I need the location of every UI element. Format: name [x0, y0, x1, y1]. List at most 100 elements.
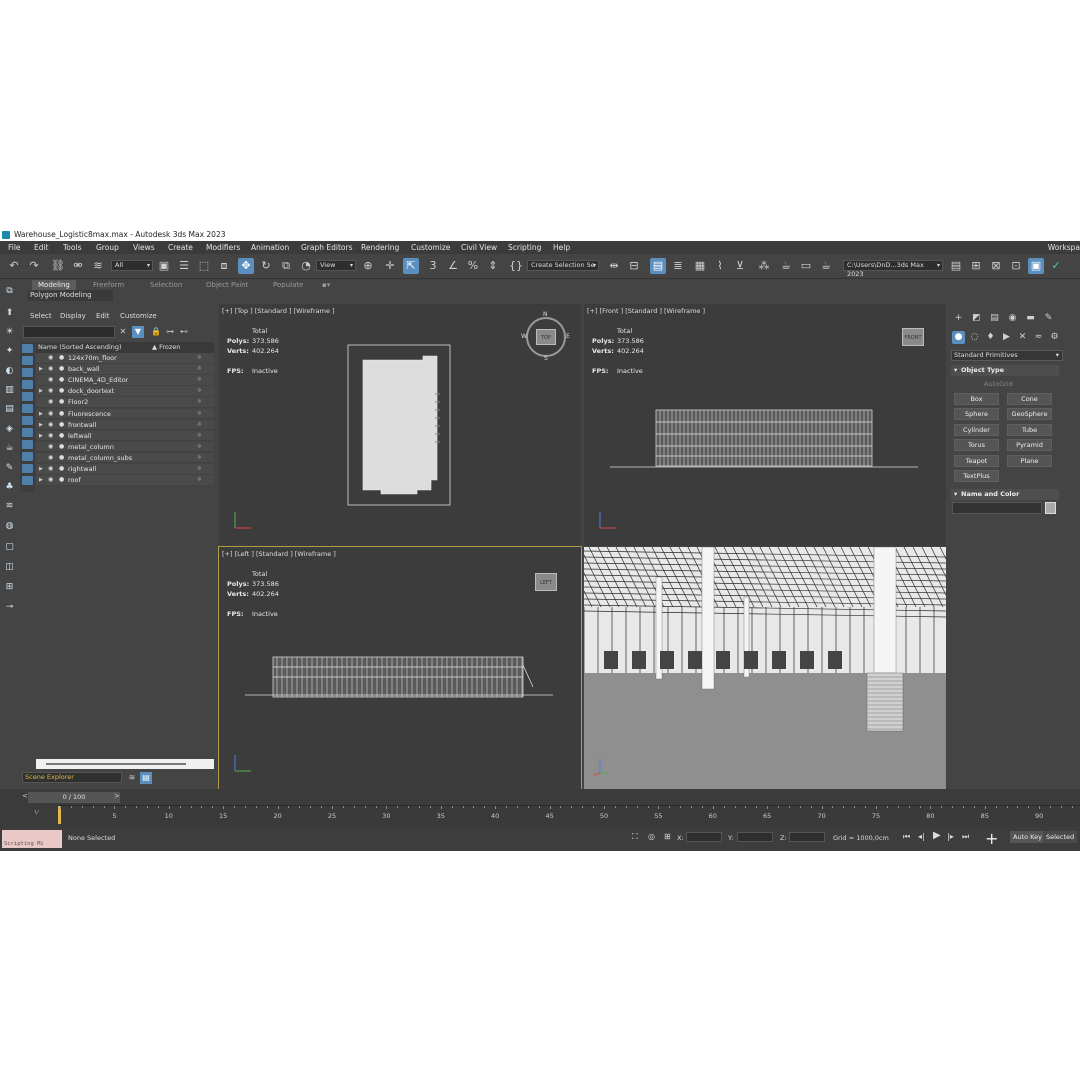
autogrid-checkbox[interactable]: AutoGrid	[984, 380, 1013, 388]
list-item[interactable]: ◉ ● CINEMA_4D_Editor ❄	[36, 375, 214, 386]
menu-graph-editors[interactable]: Graph Editors	[301, 241, 353, 254]
explorer-menu-customize[interactable]: Customize	[120, 312, 157, 320]
object-color-swatch[interactable]	[1045, 502, 1056, 514]
freeze-icon[interactable]: ❄	[197, 442, 202, 453]
x-coordinate-field[interactable]	[686, 832, 722, 842]
geometry-icon[interactable]: ●	[952, 331, 965, 344]
filter-frozen-icon[interactable]	[22, 464, 33, 473]
list-item[interactable]: ▶ ◉ ● Fluorescence ❄	[36, 408, 214, 420]
explorer-sort-icon[interactable]: ▤	[140, 772, 152, 784]
select-object-icon[interactable]: ▣	[156, 258, 172, 274]
layer-explorer-icon[interactable]: ≣	[670, 258, 686, 274]
menu-customize[interactable]: Customize	[411, 241, 450, 254]
next-frame-icon[interactable]: >	[114, 792, 120, 800]
particle-icon[interactable]: ✦	[3, 345, 16, 358]
schematic-view-icon[interactable]: ⊻	[732, 258, 748, 274]
filter-shapes-icon[interactable]	[22, 356, 33, 365]
list-item[interactable]: ▶ ◉ ● frontwall ❄	[36, 419, 214, 431]
helpers-icon[interactable]: ✕	[1016, 331, 1029, 344]
project-path-dropdown[interactable]: C:\Users\DnD...3ds Max 2023	[843, 260, 943, 278]
set-key-icon[interactable]: +	[985, 829, 998, 848]
lock-icon[interactable]: 🔒	[150, 326, 162, 338]
list-item[interactable]: ◉ ● Floor2 ❄	[36, 397, 214, 408]
grid-icon[interactable]: ⊞	[3, 581, 16, 594]
display-tab-icon[interactable]: ▬	[1024, 312, 1037, 325]
systems-icon[interactable]: ⚙	[1048, 331, 1061, 344]
sort-icon[interactable]: ⊷	[178, 326, 190, 338]
visibility-eye-icon[interactable]: ◉	[48, 409, 53, 420]
book-icon[interactable]: ▥	[3, 384, 16, 397]
expand-icon[interactable]: ▶	[39, 464, 43, 475]
visibility-eye-icon[interactable]: ◉	[48, 442, 53, 453]
tab-selection[interactable]: Selection	[150, 280, 182, 290]
place-icon[interactable]: ◔	[298, 258, 314, 274]
expand-icon[interactable]: ▶	[39, 364, 43, 375]
frame-icon[interactable]: ▢	[3, 541, 16, 554]
create-tab-icon[interactable]: +	[952, 312, 965, 325]
column-frozen[interactable]: ▲ Frozen	[152, 342, 180, 353]
angle-snap-icon[interactable]: ∠	[445, 258, 461, 274]
primitive-button-teapot[interactable]: Teapot	[954, 454, 999, 467]
percent-snap-icon[interactable]: %	[465, 258, 481, 274]
project-save-icon[interactable]: ⊡	[1008, 258, 1024, 274]
goto-end-icon[interactable]: ⏭	[962, 832, 969, 842]
freeze-icon[interactable]: ❄	[197, 475, 202, 486]
spring-icon[interactable]: ≋	[3, 500, 16, 513]
visibility-eye-icon[interactable]: ◉	[48, 431, 53, 442]
object-type-rollout[interactable]: Object Type	[951, 365, 1059, 376]
select-manipulate-icon[interactable]: ✛	[382, 258, 398, 274]
teapot-icon[interactable]: ☕	[3, 442, 16, 455]
visibility-eye-icon[interactable]: ◉	[48, 464, 53, 475]
list-item[interactable]: ◉ ● metal_column_subs ❄	[36, 452, 214, 464]
menu-views[interactable]: Views	[133, 241, 155, 254]
freeze-icon[interactable]: ❄	[197, 464, 202, 475]
rendered-frame-window-icon[interactable]: ▭	[798, 258, 814, 274]
menu-create[interactable]: Create	[168, 241, 193, 254]
rect-selection-icon[interactable]: ⬚	[196, 258, 212, 274]
select-by-name-icon[interactable]: ☰	[176, 258, 192, 274]
filter-bones-icon[interactable]	[22, 440, 33, 449]
bind-spacewarp-icon[interactable]: ≋	[90, 258, 106, 274]
utilities-tab-icon[interactable]: ✎	[1042, 312, 1055, 325]
camera-icon[interactable]: ⊸	[3, 601, 16, 614]
tab-object-paint[interactable]: Object Paint	[206, 280, 248, 290]
list-item[interactable]: ◉ ● 124x70m_floor ❄	[36, 353, 214, 364]
keyboard-shortcut-toggle-icon[interactable]: ⇱	[403, 258, 419, 274]
expand-icon[interactable]: ▶	[39, 386, 43, 397]
name-color-rollout[interactable]: Name and Color	[951, 489, 1059, 500]
primitive-button-cylinder[interactable]: Cylinder	[954, 423, 999, 436]
track-bar[interactable]: 5 10 15 20 25 30 35 40 45 50 55 60 65 70 75 80 85 90	[58, 805, 1080, 825]
group-icon[interactable]: ♣	[3, 481, 16, 494]
time-slider[interactable]: 0 / 100	[28, 792, 120, 803]
light-icon[interactable]: ☀	[3, 326, 16, 339]
viewport-front[interactable]: [+] [Front ] [Standard ] [Wireframe ] To…	[584, 304, 946, 546]
primitive-button-tube[interactable]: Tube	[1007, 423, 1052, 436]
tab-populate[interactable]: Populate	[273, 280, 303, 290]
visibility-eye-icon[interactable]: ◉	[48, 353, 53, 364]
menu-modifiers[interactable]: Modifiers	[206, 241, 240, 254]
xref-icon[interactable]: ⬆	[3, 307, 16, 320]
filter-cameras-icon[interactable]	[22, 380, 33, 389]
snaps-toggle-icon[interactable]: 3	[425, 258, 441, 274]
filter-icon[interactable]: ▼	[132, 326, 144, 338]
selection-icon[interactable]: ◐	[3, 365, 16, 378]
track-view-icon[interactable]: ⅟	[34, 809, 38, 817]
tab-modeling[interactable]: Modeling	[32, 280, 76, 290]
sync-icon[interactable]: ▣	[1028, 258, 1044, 274]
primitive-button-torus[interactable]: Torus	[954, 439, 999, 452]
expand-icon[interactable]: ▶	[39, 475, 43, 486]
primitive-button-plane[interactable]: Plane	[1007, 454, 1052, 467]
freeze-icon[interactable]: ❄	[197, 431, 202, 442]
lock-selection-icon[interactable]: ◎	[648, 832, 655, 841]
menu-group[interactable]: Group	[96, 241, 119, 254]
explorer-search-input[interactable]	[23, 326, 115, 338]
unlink-icon[interactable]: ⚮	[70, 258, 86, 274]
filter-spacewarps-icon[interactable]	[22, 404, 33, 413]
list-item[interactable]: ◉ ● metal_column ❄	[36, 441, 214, 453]
y-coordinate-field[interactable]	[737, 832, 773, 842]
object-name-field[interactable]	[952, 502, 1042, 514]
scene-explorer-dropdown[interactable]: Scene Explorer	[22, 772, 122, 783]
explorer-menu-edit[interactable]: Edit	[96, 312, 110, 320]
auto-key-button[interactable]: Auto Key	[1010, 831, 1045, 843]
scale-icon[interactable]: ⧉	[278, 258, 294, 274]
